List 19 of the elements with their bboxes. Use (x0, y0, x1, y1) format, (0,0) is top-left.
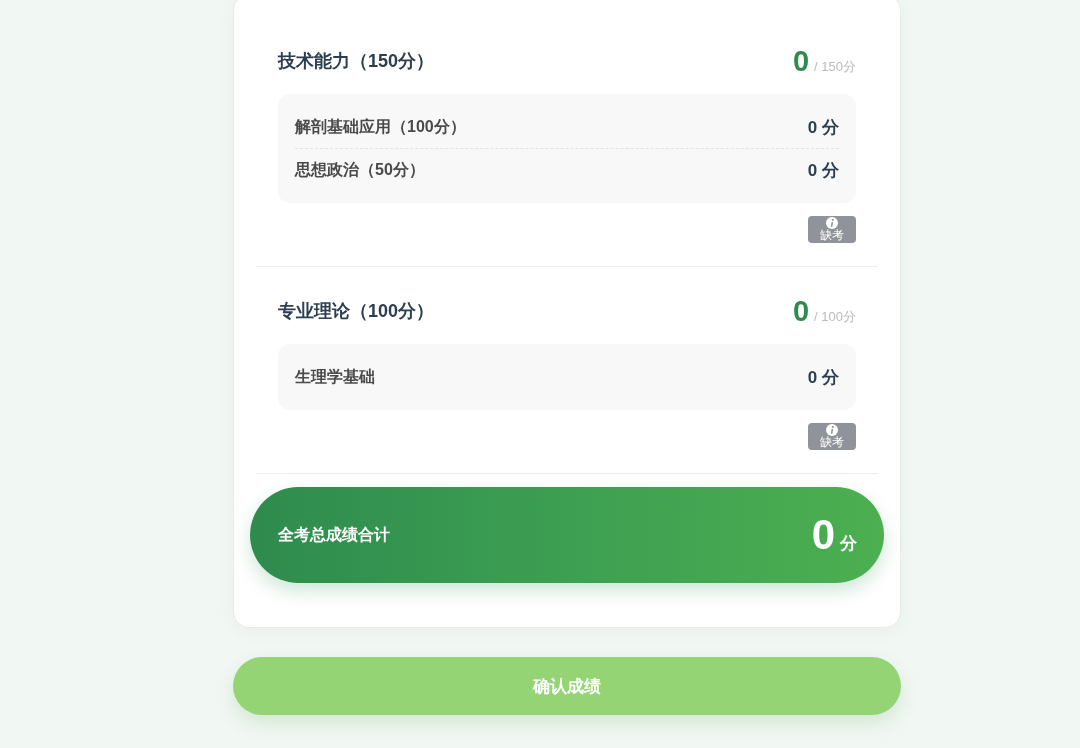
subject-name: 解剖基础应用（100分） (295, 116, 466, 137)
subject-name: 生理学基础 (295, 366, 375, 387)
subject-score: 0 分 (807, 116, 839, 139)
total-label: 全考总成绩合计 (278, 524, 390, 545)
section-score: 0 (792, 296, 810, 326)
subject-score: 0 分 (807, 366, 839, 389)
subject-name: 思想政治（50分） (295, 159, 425, 180)
absent-button[interactable]: 缺考 (808, 423, 856, 450)
info-icon (826, 217, 838, 229)
info-icon (826, 424, 838, 436)
section-score: 0 (792, 46, 810, 76)
total-score: 0 (811, 514, 835, 556)
section-max-score: / 150分 (814, 57, 856, 76)
total-unit: 分 (840, 533, 857, 555)
section-title: 技术能力（150分） (278, 50, 435, 73)
subject-score: 0 分 (807, 159, 839, 182)
absent-button[interactable]: 缺考 (808, 216, 856, 243)
section-title: 专业理论（100分） (278, 300, 435, 323)
section-max-score: / 100分 (814, 307, 856, 326)
